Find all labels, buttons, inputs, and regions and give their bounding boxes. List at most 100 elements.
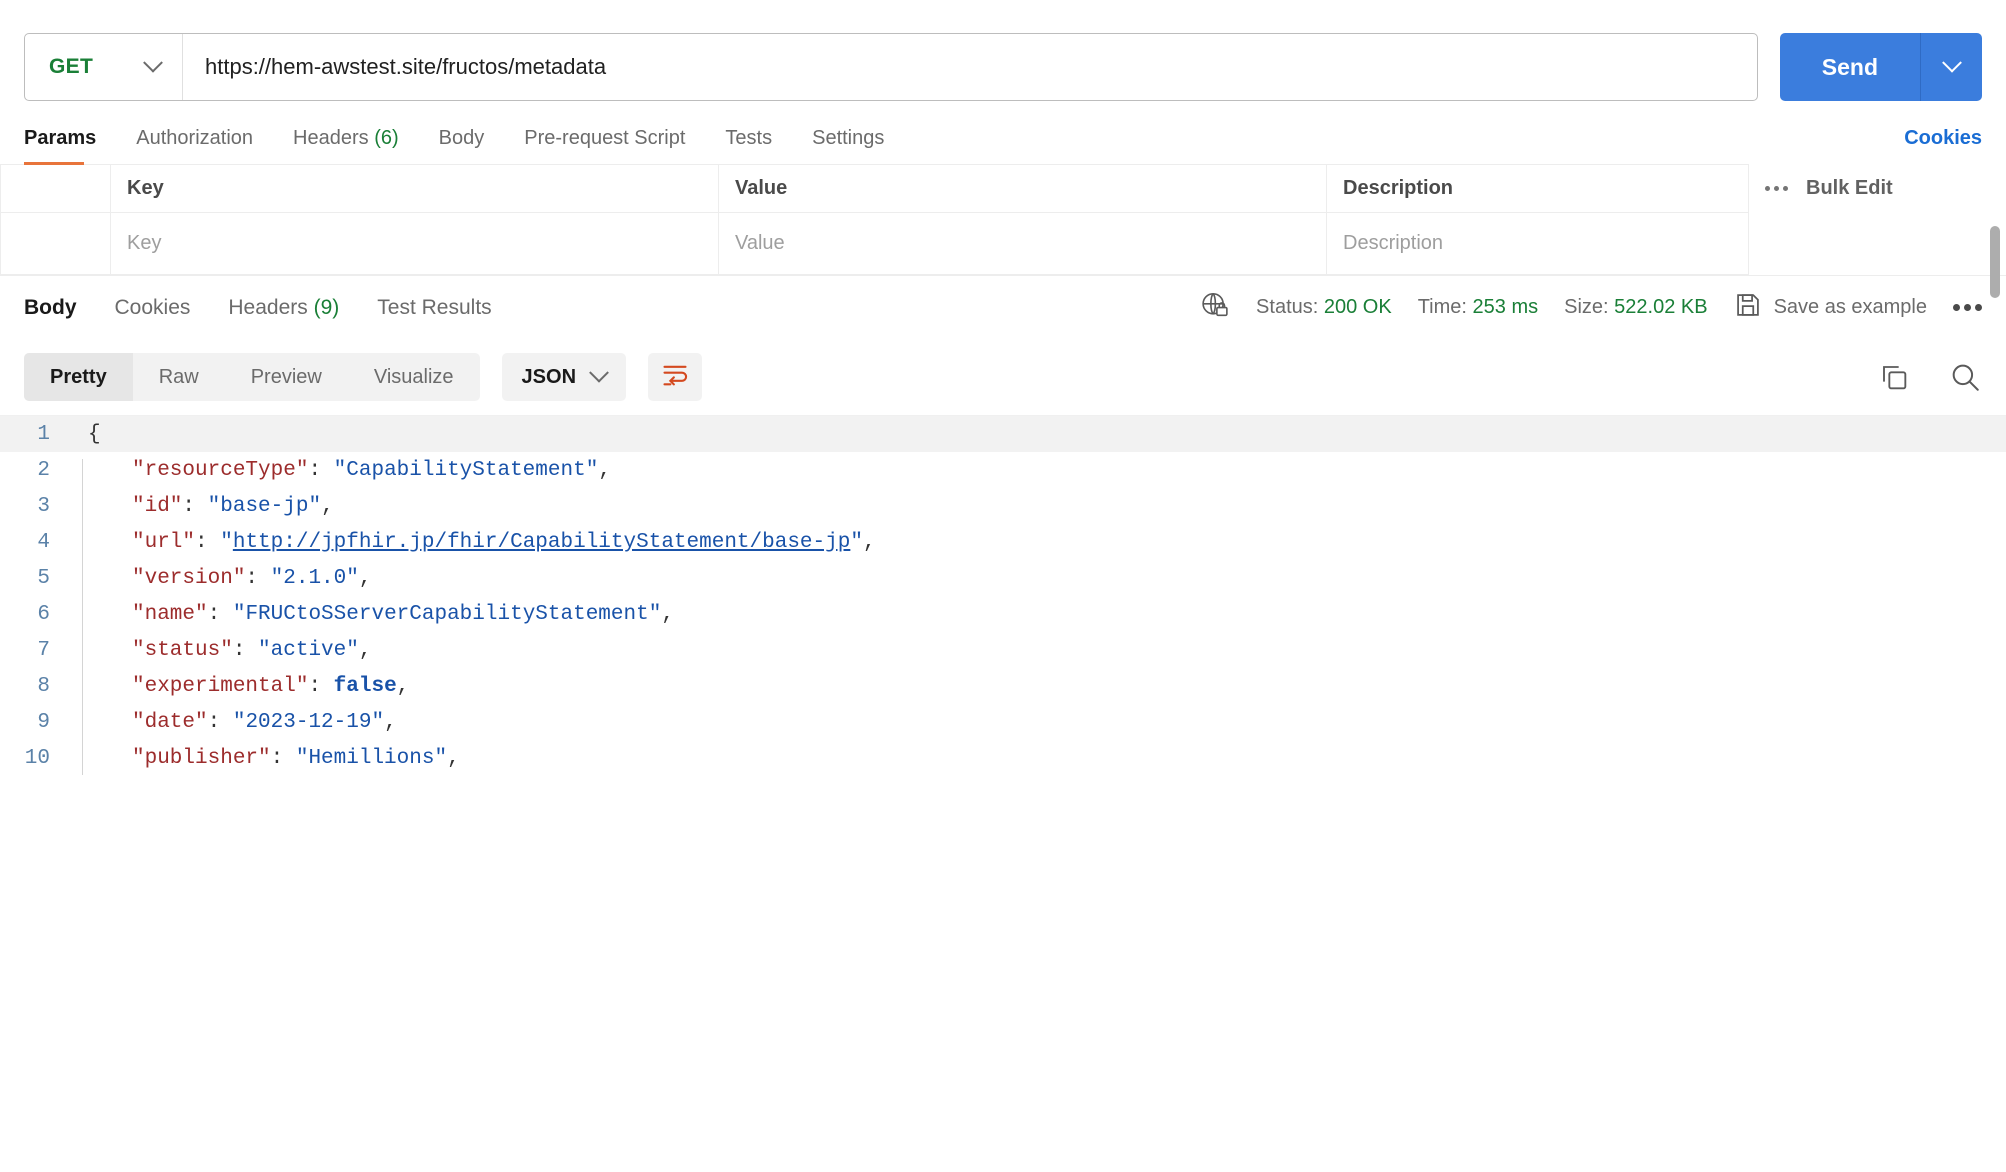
status-label-text: Status: xyxy=(1256,296,1319,318)
code-token: "url" xyxy=(132,530,196,554)
code-token: : xyxy=(207,710,233,734)
line-number: 4 xyxy=(37,530,50,554)
code-token: { xyxy=(88,422,101,446)
response-body-code[interactable]: 1{2 "resourceType": "CapabilityStatement"… xyxy=(0,415,2006,775)
code-token: "publisher" xyxy=(132,746,271,770)
response-tab-test-results-label: Test Results xyxy=(377,295,492,319)
language-dropdown[interactable]: JSON xyxy=(501,353,627,401)
code-line: 6 "name": "FRUCtoSServerCapabilityStateme… xyxy=(0,596,2006,639)
globe-lock-icon[interactable] xyxy=(1200,290,1230,326)
http-method-dropdown[interactable]: GET xyxy=(25,34,183,100)
status-label: Status: 200 OK xyxy=(1256,296,1392,319)
save-as-example-button[interactable]: Save as example xyxy=(1734,291,1927,325)
code-line: 7 "status": "active", xyxy=(0,632,2006,675)
send-options-button[interactable] xyxy=(1920,33,1982,101)
tab-params[interactable]: Params xyxy=(24,127,96,150)
response-tab-headers-label: Headers xyxy=(228,295,308,319)
floppy-disk-icon xyxy=(1734,291,1762,325)
view-pretty[interactable]: Pretty xyxy=(24,353,133,401)
header-actions: Bulk Edit xyxy=(1749,165,2006,213)
cookies-link[interactable]: Cookies xyxy=(1904,127,1982,150)
code-line-text: "version": "2.1.0", xyxy=(72,566,371,603)
bulk-edit-button[interactable]: Bulk Edit xyxy=(1806,177,1893,200)
line-number: 6 xyxy=(37,602,50,626)
size-label-text: Size: xyxy=(1564,296,1609,318)
code-token[interactable]: http://jpfhir.jp/fhir/CapabilityStatemen… xyxy=(233,531,851,554)
code-line: 1{ xyxy=(0,416,2006,452)
line-number: 9 xyxy=(37,710,50,734)
query-params-table: Key Value Description Bulk Edit Key Valu… xyxy=(0,164,2006,275)
tab-headers[interactable]: Headers (6) xyxy=(293,127,399,150)
response-tab-cookies[interactable]: Cookies xyxy=(115,296,191,320)
http-method-label: GET xyxy=(49,55,94,78)
time-value: 253 ms xyxy=(1472,296,1539,318)
tab-pre-request-script[interactable]: Pre-request Script xyxy=(524,127,685,150)
response-tab-headers-count: (9) xyxy=(313,295,340,319)
header-checkbox-cell xyxy=(0,164,111,213)
response-metadata: Status: 200 OK Time: 253 ms Size: 522.02… xyxy=(1200,290,1982,326)
table-row: Key Value Description xyxy=(0,212,2006,275)
param-key-input[interactable]: Key xyxy=(110,212,719,275)
size-label: Size: 522.02 KB xyxy=(1564,296,1707,319)
tab-pre-request-script-label: Pre-request Script xyxy=(524,126,686,149)
response-tab-test-results[interactable]: Test Results xyxy=(377,296,491,320)
code-token: "2023-12-19" xyxy=(232,710,385,734)
view-raw[interactable]: Raw xyxy=(133,353,225,401)
search-icon[interactable] xyxy=(1948,360,1982,394)
code-token: , xyxy=(447,746,460,770)
code-token: , xyxy=(862,530,876,554)
indent-guide xyxy=(82,674,83,711)
code-token: "date" xyxy=(132,710,208,734)
code-token: "experimental" xyxy=(132,674,309,698)
view-preview[interactable]: Preview xyxy=(225,353,348,401)
response-tab-headers[interactable]: Headers (9) xyxy=(228,296,339,320)
code-token: : xyxy=(232,638,259,662)
row-checkbox-cell[interactable] xyxy=(0,212,111,275)
time-label-text: Time: xyxy=(1417,296,1467,318)
param-value-input[interactable]: Value xyxy=(718,212,1327,275)
code-token: "active" xyxy=(258,638,359,662)
code-token: , xyxy=(384,710,397,734)
send-button[interactable]: Send xyxy=(1779,33,1920,101)
response-tab-body-label: Body xyxy=(24,295,77,319)
more-horizontal-icon[interactable] xyxy=(1765,186,1788,191)
code-token: , xyxy=(358,638,372,662)
code-token: , xyxy=(396,674,410,698)
response-tab-cookies-label: Cookies xyxy=(114,295,191,319)
more-horizontal-icon[interactable] xyxy=(1953,304,1982,311)
tab-authorization[interactable]: Authorization xyxy=(136,127,253,150)
save-as-example-label: Save as example xyxy=(1773,296,1927,318)
request-url-bar: GET Send xyxy=(0,0,2006,112)
line-number: 3 xyxy=(37,494,50,518)
code-line-text: "url": "http://jpfhir.jp/fhir/Capability… xyxy=(72,530,876,567)
code-line: 8 "experimental": false, xyxy=(0,668,2006,711)
header-description: Description xyxy=(1326,164,1749,213)
code-line-text: { xyxy=(72,423,101,446)
tab-tests[interactable]: Tests xyxy=(725,127,772,150)
tab-body[interactable]: Body xyxy=(439,127,485,150)
wrap-lines-button[interactable] xyxy=(648,353,703,401)
code-token: : xyxy=(308,674,334,698)
tab-settings-label: Settings xyxy=(812,126,885,149)
table-header-row: Key Value Description Bulk Edit xyxy=(0,164,2006,213)
line-number: 7 xyxy=(37,638,50,662)
code-token: "CapabilityStatement" xyxy=(333,458,599,482)
tab-settings[interactable]: Settings xyxy=(812,127,884,150)
code-token: "2.1.0" xyxy=(270,566,359,590)
param-description-input[interactable]: Description xyxy=(1326,212,1749,275)
line-number: 2 xyxy=(37,458,50,482)
copy-icon[interactable] xyxy=(1878,361,1910,393)
code-token: : xyxy=(195,530,221,554)
indent-guide xyxy=(82,746,83,775)
code-token: " xyxy=(850,530,863,554)
chevron-down-icon xyxy=(589,362,609,383)
code-token: , xyxy=(661,602,674,626)
url-input[interactable] xyxy=(183,34,1757,100)
tab-authorization-label: Authorization xyxy=(136,126,254,149)
response-tab-body[interactable]: Body xyxy=(24,296,77,320)
params-vertical-scrollbar[interactable] xyxy=(1990,226,2000,298)
code-token: false xyxy=(333,674,397,698)
header-value: Value xyxy=(718,164,1327,213)
indent-guide xyxy=(82,530,83,567)
view-visualize[interactable]: Visualize xyxy=(348,353,480,401)
